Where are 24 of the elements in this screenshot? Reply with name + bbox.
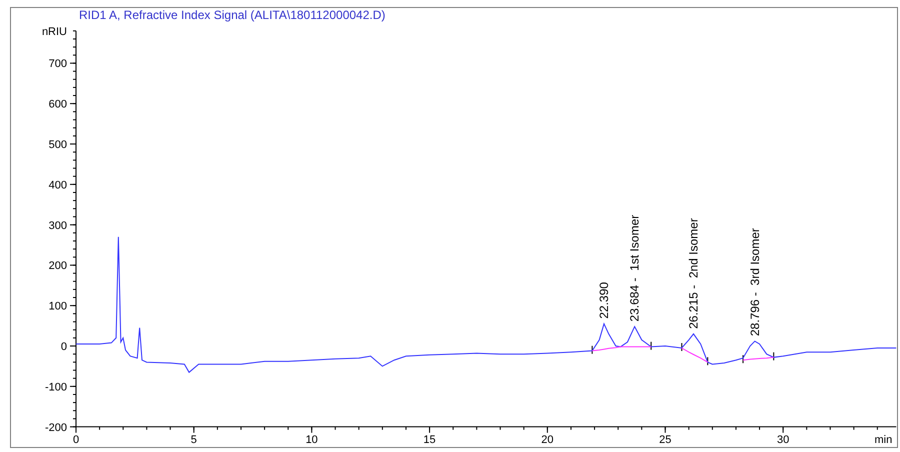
axis-tick-label: 500 [48,139,67,151]
axis-tick-label: 25 [659,434,672,446]
axis-tick-label: 100 [48,300,67,313]
y-axis-label: nRIU [42,26,67,38]
axis-tick-label: 700 [48,58,67,70]
chart-title: RID1 A, Refractive Index Signal (ALITA\180112000042.D) [79,8,386,22]
axis-tick-label: 0 [60,341,67,353]
axis-tick-label: 400 [48,179,67,192]
peak-label: 23.684 - 1st Isomer [628,214,642,322]
peak-label: 26.215 - 2nd Isomer [686,218,701,329]
axis-tick-label: 30 [776,434,790,446]
axis-tick-label: 5 [190,434,197,446]
axis-tick-label: 0 [72,434,80,446]
axis-tick-label: 20 [541,434,554,446]
axis-tick-label: -200 [44,422,67,434]
peak-label: 22.390 [596,282,611,319]
axis-tick-label: -100 [44,381,67,394]
axis-tick-label: 10 [306,434,318,446]
axis-tick-label: 15 [423,434,436,446]
x-axis-label: min [874,434,892,446]
axis-tick-label: 300 [48,220,67,232]
axis-tick-label: 600 [48,98,67,111]
peak-label: 28.796 - 3rd Isomer [748,228,762,336]
axis-tick-label: 200 [48,260,67,272]
